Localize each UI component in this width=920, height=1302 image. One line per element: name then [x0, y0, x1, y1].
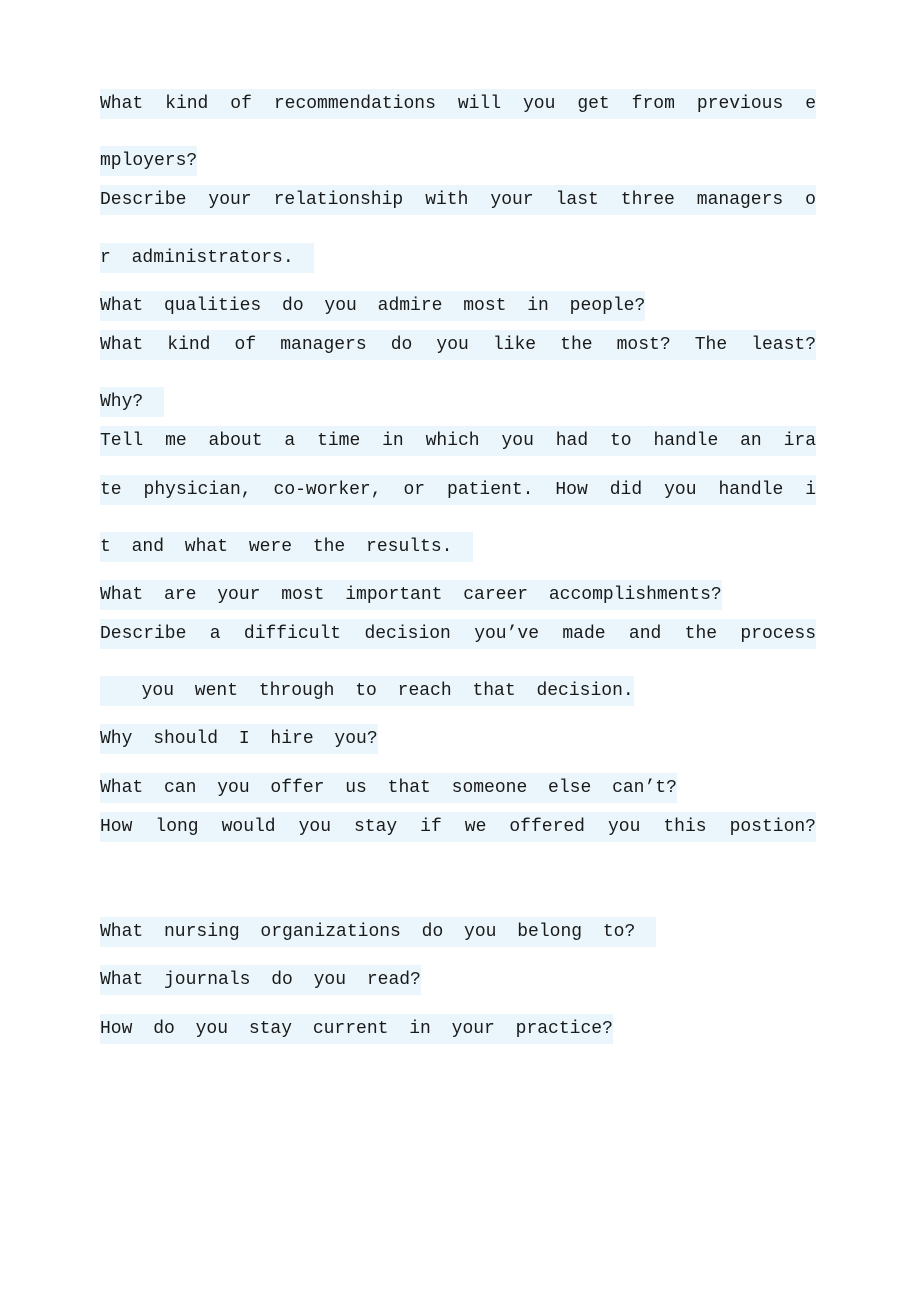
text-line-content: t and what were the results.	[100, 531, 474, 562]
text-line-content: How do you stay current in your practice…	[100, 1013, 613, 1044]
text-line: te physician, co-worker, or patient. How…	[100, 474, 816, 523]
text-line: Why?	[100, 378, 816, 426]
text-line-content: What can you offer us that someone else …	[100, 772, 677, 803]
text-line-content: te physician, co-worker, or patient. How…	[100, 474, 816, 505]
text-line-content: Why should I hire you?	[100, 724, 378, 755]
text-line: t and what were the results.	[100, 523, 816, 571]
text-line-content: How long would you stay if we offered yo…	[100, 811, 816, 842]
document-body: What kind of recommendations will you ge…	[100, 89, 816, 1053]
text-line: you went through to reach that decision.	[100, 667, 816, 715]
text-line: What are your most important career acco…	[100, 571, 816, 619]
text-line-content: What qualities do you admire most in peo…	[100, 290, 646, 321]
text-line-content: What are your most important career acco…	[100, 579, 722, 610]
text-line: Tell me about a time in which you had to…	[100, 426, 816, 474]
text-line: What kind of recommendations will you ge…	[100, 89, 816, 137]
text-line-content: What kind of managers do you like the mo…	[100, 329, 816, 360]
text-line-content: What kind of recommendations will you ge…	[100, 89, 816, 119]
text-line: Why should I hire you?	[100, 715, 816, 763]
text-line: What journals do you read?	[100, 956, 816, 1004]
text-line-content: Describe a difficult decision you’ve mad…	[100, 619, 816, 650]
text-line: What kind of managers do you like the mo…	[100, 329, 816, 378]
text-line-content: Tell me about a time in which you had to…	[100, 426, 816, 457]
text-line: How long would you stay if we offered yo…	[100, 811, 816, 860]
text-line-content: mployers?	[100, 146, 198, 177]
text-line-content: What nursing organizations do you belong…	[100, 917, 657, 948]
text-line: r administrators.	[100, 234, 816, 282]
text-line-content: Why?	[100, 387, 165, 418]
text-line: mployers?	[100, 137, 816, 185]
text-line: What nursing organizations do you belong…	[100, 908, 816, 956]
text-line-content: r administrators.	[100, 242, 315, 273]
text-line	[100, 860, 816, 908]
text-line-content: you went through to reach that decision.	[100, 676, 634, 707]
text-line: What qualities do you admire most in peo…	[100, 282, 816, 330]
text-line: Describe a difficult decision you’ve mad…	[100, 619, 816, 667]
text-line-content: What journals do you read?	[100, 965, 421, 996]
text-line: What can you offer us that someone else …	[100, 764, 816, 812]
text-line-content: Describe your relationship with your las…	[100, 185, 816, 216]
text-line: How do you stay current in your practice…	[100, 1005, 816, 1053]
text-line: Describe your relationship with your las…	[100, 185, 816, 233]
